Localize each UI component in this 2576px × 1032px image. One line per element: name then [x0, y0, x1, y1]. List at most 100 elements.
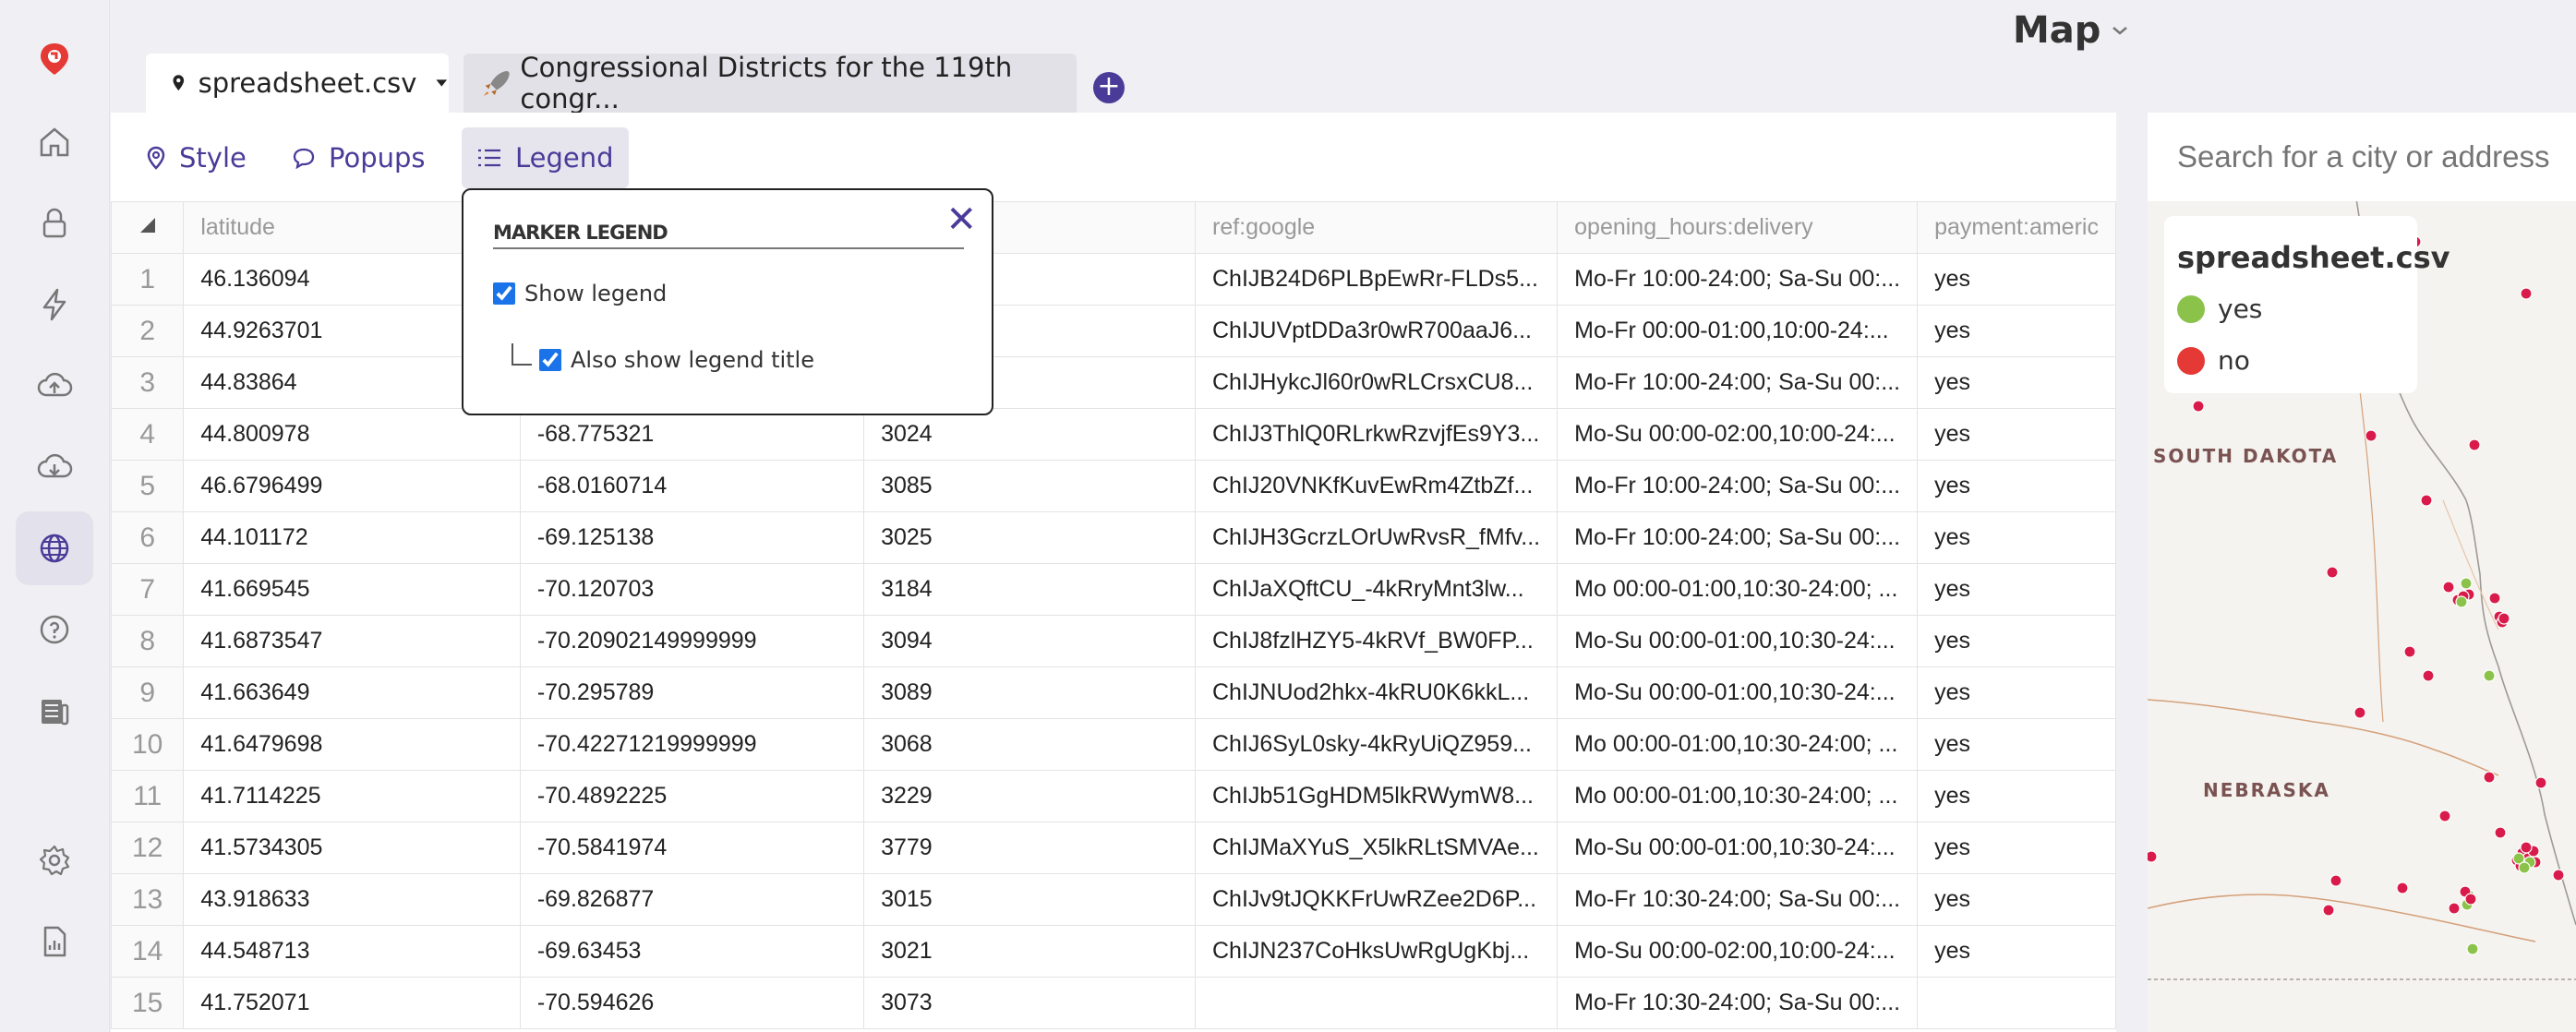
- table-cell[interactable]: [1194, 977, 1559, 1029]
- settings-icon[interactable]: [16, 823, 93, 897]
- table-cell[interactable]: Mo-Su 00:00-02:00,10:00-24:...: [1557, 925, 1919, 978]
- table-cell[interactable]: 41.6479698: [183, 718, 521, 771]
- table-cell[interactable]: ChIJaXQftCU_-4kRryMnt3lw...: [1194, 563, 1559, 616]
- table-cell[interactable]: yes: [1917, 873, 2116, 926]
- map-marker-no[interactable]: [2464, 893, 2477, 906]
- map-marker-no[interactable]: [2396, 882, 2409, 894]
- map-marker-no[interactable]: [2422, 669, 2435, 682]
- table-cell[interactable]: Mo 00:00-01:00,10:30-24:00; ...: [1557, 718, 1919, 771]
- table-cell[interactable]: ChIJUVptDDa3r0wR700aaJ6...: [1194, 305, 1559, 357]
- lightning-icon[interactable]: [16, 268, 93, 342]
- table-row[interactable]: 7 41.669545 -70.120703 3184 ChIJaXQftCU_-4kR…: [110, 563, 2116, 616]
- table-cell[interactable]: 3024: [863, 408, 1196, 461]
- table-cell[interactable]: Mo-Su 00:00-01:00,10:30-24:...: [1557, 822, 1919, 874]
- table-row[interactable]: 10 41.6479698 -70.42271219999999 3068 ChIJ6S…: [110, 718, 2116, 771]
- row-number[interactable]: 1: [110, 253, 185, 306]
- city-search-input[interactable]: [2175, 135, 2576, 179]
- table-cell[interactable]: 3779: [863, 822, 1196, 874]
- table-cell[interactable]: 3229: [863, 770, 1196, 822]
- map-marker-no[interactable]: [2365, 429, 2377, 442]
- table-row[interactable]: 4 44.800978 -68.775321 3024 ChIJ3ThlQ0RLrkwR…: [110, 408, 2116, 461]
- map-marker-no[interactable]: [2534, 776, 2547, 789]
- table-cell[interactable]: 3073: [863, 977, 1196, 1029]
- table-cell[interactable]: ChIJB24D6PLBpEwRr-FLDs5...: [1194, 253, 1559, 306]
- table-cell[interactable]: -68.775321: [519, 408, 865, 461]
- map-marker-no[interactable]: [2488, 592, 2501, 605]
- show-legend-checkbox[interactable]: [493, 282, 515, 305]
- map-marker-no[interactable]: [2494, 826, 2507, 839]
- map-title-dropdown[interactable]: Map: [2013, 9, 2130, 52]
- table-cell[interactable]: ChIJNUod2hkx-4kRU0K6kkL...: [1194, 666, 1559, 719]
- table-cell[interactable]: ChIJ20VNKfKuvEwRm4ZtbZf...: [1194, 460, 1559, 512]
- news-icon[interactable]: [16, 674, 93, 748]
- table-cell[interactable]: 44.101172: [183, 511, 521, 564]
- table-cell[interactable]: yes: [1917, 822, 2116, 874]
- map-marker-no[interactable]: [2353, 706, 2366, 719]
- table-row[interactable]: 15 41.752071 -70.594626 3073 Mo-Fr 10:30-24:…: [110, 977, 2116, 1029]
- caret-down-icon[interactable]: [435, 77, 449, 90]
- table-cell[interactable]: -70.42271219999999: [519, 718, 865, 771]
- table-row[interactable]: 5 46.6796499 -68.0160714 3085 ChIJ20VNKfKuvE…: [110, 460, 2116, 512]
- table-cell[interactable]: ChIJHykcJl60r0wRLCrsxCU8...: [1194, 356, 1559, 409]
- tab-popups[interactable]: Popups: [277, 127, 440, 188]
- tab-style[interactable]: Style: [131, 127, 261, 188]
- table-cell[interactable]: yes: [1917, 408, 2116, 461]
- table-cell[interactable]: Mo-Su 00:00-01:00,10:30-24:...: [1557, 666, 1919, 719]
- map-marker-no[interactable]: [2520, 287, 2533, 300]
- map-marker-yes[interactable]: [2455, 595, 2468, 608]
- row-number[interactable]: 4: [110, 408, 185, 461]
- table-cell[interactable]: 41.5734305: [183, 822, 521, 874]
- close-icon[interactable]: ✕: [945, 201, 977, 238]
- table-cell[interactable]: -69.826877: [519, 873, 865, 926]
- table-row[interactable]: 2 44.9263701 ChIJUVptDDa3r0wR700aaJ6... Mo-…: [110, 305, 2116, 357]
- table-cell[interactable]: -70.5841974: [519, 822, 865, 874]
- table-cell[interactable]: yes: [1917, 253, 2116, 306]
- show-legend-title-option[interactable]: Also show legend title: [539, 347, 814, 373]
- map-marker-no[interactable]: [2420, 494, 2433, 507]
- row-number[interactable]: 5: [110, 460, 185, 512]
- table-cell[interactable]: Mo-Fr 10:00-24:00; Sa-Su 00:...: [1557, 356, 1919, 409]
- map-marker-no[interactable]: [2442, 581, 2455, 594]
- tab-legend[interactable]: Legend: [462, 127, 629, 188]
- map-marker-no[interactable]: [2448, 902, 2461, 915]
- table-cell[interactable]: -69.63453: [519, 925, 865, 978]
- globe-icon[interactable]: [16, 511, 93, 585]
- map-marker-no[interactable]: [2329, 874, 2342, 887]
- table-row[interactable]: 3 44.83864 ChIJHykcJl60r0wRLCrsxCU8... Mo-F…: [110, 356, 2116, 409]
- report-icon[interactable]: [16, 905, 93, 978]
- table-cell[interactable]: ChIJ6SyL0sky-4kRyUiQZ959...: [1194, 718, 1559, 771]
- table-cell[interactable]: Mo-Fr 10:30-24:00; Sa-Su 00:...: [1557, 873, 1919, 926]
- row-number[interactable]: 2: [110, 305, 185, 357]
- table-cell[interactable]: 3089: [863, 666, 1196, 719]
- table-cell[interactable]: 3085: [863, 460, 1196, 512]
- table-cell[interactable]: -69.125138: [519, 511, 865, 564]
- row-number[interactable]: 15: [110, 977, 185, 1029]
- table-cell[interactable]: yes: [1917, 666, 2116, 719]
- table-cell[interactable]: yes: [1917, 511, 2116, 564]
- table-cell[interactable]: ChIJN237CoHksUwRgUgKbj...: [1194, 925, 1559, 978]
- row-number[interactable]: 9: [110, 666, 185, 719]
- table-cell[interactable]: 3021: [863, 925, 1196, 978]
- map-marker-yes[interactable]: [2483, 669, 2496, 682]
- map-marker-no[interactable]: [2438, 810, 2451, 822]
- map-marker-no[interactable]: [2322, 904, 2335, 917]
- table-cell[interactable]: 41.7114225: [183, 770, 521, 822]
- table-cell[interactable]: 41.663649: [183, 666, 521, 719]
- home-icon[interactable]: [16, 105, 93, 179]
- table-cell[interactable]: Mo-Su 00:00-02:00,10:00-24:...: [1557, 408, 1919, 461]
- table-cell[interactable]: Mo 00:00-01:00,10:30-24:00; ...: [1557, 563, 1919, 616]
- table-cell[interactable]: ChIJb51GgHDM5lkRWymW8...: [1194, 770, 1559, 822]
- table-row[interactable]: 14 44.548713 -69.63453 3021 ChIJN237CoHksUwR…: [110, 925, 2116, 978]
- row-number[interactable]: 11: [110, 770, 185, 822]
- table-cell[interactable]: -70.4892225: [519, 770, 865, 822]
- column-header[interactable]: ref:google: [1194, 201, 1559, 254]
- map-marker-no[interactable]: [2483, 771, 2496, 784]
- table-cell[interactable]: yes: [1917, 305, 2116, 357]
- table-cell[interactable]: ChIJ8fzlHZY5-4kRVf_BW0FP...: [1194, 615, 1559, 667]
- row-number[interactable]: 13: [110, 873, 185, 926]
- table-cell[interactable]: yes: [1917, 460, 2116, 512]
- table-cell[interactable]: 3184: [863, 563, 1196, 616]
- map-marker-yes[interactable]: [2466, 942, 2479, 955]
- row-number[interactable]: 7: [110, 563, 185, 616]
- map-marker-no[interactable]: [2468, 438, 2481, 451]
